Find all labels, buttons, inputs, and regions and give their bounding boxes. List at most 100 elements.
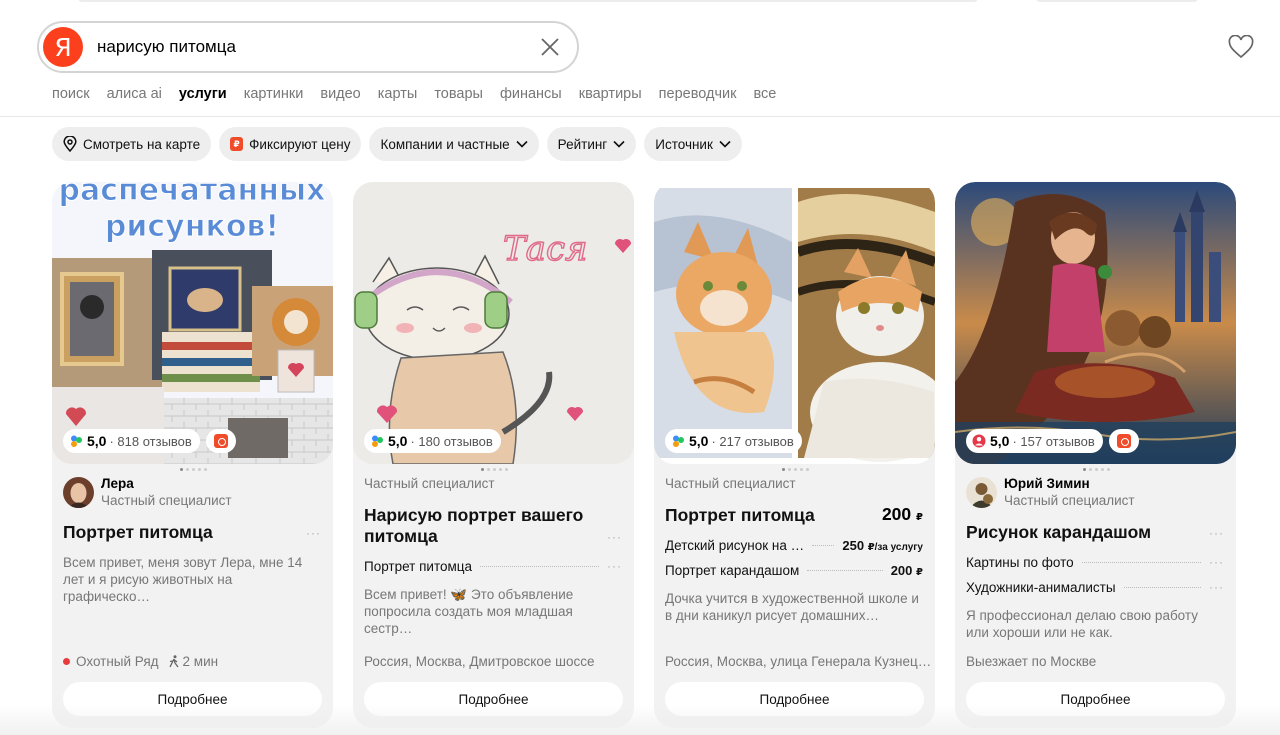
- tab-video[interactable]: видео: [320, 86, 360, 102]
- details-button[interactable]: Подробнее: [966, 682, 1225, 716]
- card-image[interactable]: распечатанных рисунков! 5,0 · 818 отзыво…: [52, 182, 333, 464]
- tab-translator[interactable]: переводчик: [659, 86, 737, 102]
- filter-companies-dropdown[interactable]: Компании и частные: [369, 127, 539, 161]
- service-name: Портрет питомца: [364, 558, 473, 574]
- tab-finance[interactable]: финансы: [500, 86, 562, 102]
- metro-info: Охотный Ряд 2 мин: [63, 654, 218, 669]
- market-icon[interactable]: [1109, 429, 1139, 453]
- chevron-down-icon: [719, 140, 731, 148]
- carousel-dots: [782, 468, 809, 471]
- card-description: Я профессионал делаю свою работу или хор…: [966, 608, 1198, 640]
- card-title-line1[interactable]: Нарисую портрет вашего: [364, 505, 583, 526]
- image-caption-line2: рисунков!: [105, 209, 279, 244]
- filter-map-label: Смотреть на карте: [83, 136, 201, 152]
- service-row[interactable]: Картины по фото ···: [966, 553, 1224, 571]
- author-name[interactable]: Лера: [101, 476, 134, 491]
- nav-divider: [0, 116, 1280, 117]
- tab-all[interactable]: все: [753, 86, 776, 102]
- carousel-dots: [180, 468, 207, 471]
- chevron-down-icon: [516, 140, 528, 148]
- price-value: 200: [881, 504, 912, 524]
- filter-fixed-price-button[interactable]: ₽ Фиксируют цену: [219, 127, 362, 161]
- tab-services[interactable]: услуги: [179, 86, 227, 102]
- filter-fixed-price-label: Фиксируют цену: [249, 136, 351, 152]
- heart-icon[interactable]: [1228, 35, 1254, 59]
- details-button[interactable]: Подробнее: [665, 682, 924, 716]
- search-box: Я: [37, 21, 579, 73]
- author-type: Частный специалист: [665, 476, 796, 491]
- carousel-dots: [481, 468, 508, 471]
- service-name: Портрет карандашом: [665, 562, 800, 578]
- more-icon[interactable]: ···: [1209, 580, 1224, 594]
- clover-rating-icon: [71, 435, 82, 447]
- more-icon[interactable]: ···: [607, 559, 622, 573]
- author-type: Частный специалист: [364, 476, 495, 491]
- more-icon[interactable]: ···: [306, 526, 321, 540]
- rating-value: 5,0: [87, 433, 107, 449]
- card-image[interactable]: 5,0 · 217 отзывов: [654, 182, 935, 464]
- avatar[interactable]: [63, 477, 94, 508]
- tab-products[interactable]: товары: [434, 86, 483, 102]
- filter-source-label: Источник: [655, 136, 713, 152]
- service-name: Художники-анималисты: [966, 579, 1116, 595]
- filter-companies-label: Компании и частные: [380, 136, 510, 152]
- rating-badge[interactable]: 5,0 · 818 отзывов: [63, 429, 200, 453]
- tab-images[interactable]: картинки: [244, 86, 304, 102]
- author-type: Частный специалист: [1004, 493, 1135, 508]
- reviews-count: · 180 отзывов: [410, 433, 493, 449]
- tab-search[interactable]: поиск: [52, 86, 90, 102]
- card-description: Дочка учится в художественной школе и в …: [665, 591, 919, 623]
- card-title-line2[interactable]: питомца: [364, 526, 438, 547]
- more-icon[interactable]: ···: [607, 530, 622, 544]
- tab-maps[interactable]: карты: [378, 86, 418, 102]
- price-currency: ₽: [916, 512, 923, 523]
- service-row[interactable]: Художники-анималисты ···: [966, 578, 1224, 596]
- service-price: 250 ₽/за услугу: [842, 537, 923, 553]
- service-row[interactable]: Портрет питомца ···: [364, 557, 622, 575]
- rating-badge[interactable]: 5,0 · 180 отзывов: [364, 429, 501, 453]
- service-row[interactable]: Портрет карандашом 200 ₽: [665, 561, 923, 579]
- card-image[interactable]: 5,0 · 157 отзывов: [955, 182, 1236, 464]
- card-title[interactable]: Портрет питомца: [665, 505, 815, 526]
- image-caption: Тася: [503, 229, 588, 269]
- carousel-dots: [1083, 468, 1110, 471]
- service-card[interactable]: 5,0 · 157 отзывов Юрий Зимин Частный спе…: [955, 182, 1236, 728]
- service-price: 200 ₽: [890, 562, 923, 578]
- service-row[interactable]: Детский рисунок на … 250 ₽/за услугу: [665, 536, 923, 554]
- card-image[interactable]: Тася 5,0 · 180 отзывов: [353, 182, 634, 464]
- map-pin-icon: [63, 136, 77, 152]
- price: 200 ₽: [882, 504, 923, 525]
- more-icon[interactable]: ···: [1209, 555, 1224, 569]
- market-icon[interactable]: [206, 429, 236, 453]
- service-card[interactable]: 5,0 · 217 отзывов Частный специалист Пор…: [654, 182, 935, 728]
- clover-rating-icon: [372, 435, 383, 447]
- author-name[interactable]: Юрий Зимин: [1004, 476, 1090, 491]
- details-button[interactable]: Подробнее: [63, 682, 322, 716]
- location: Россия, Москва, Дмитровское шоссе: [364, 654, 595, 669]
- reviews-count: · 818 отзывов: [109, 433, 192, 449]
- avatar[interactable]: [966, 477, 997, 508]
- yandex-logo[interactable]: Я: [43, 27, 83, 67]
- card-title[interactable]: Рисунок карандашом: [966, 522, 1151, 543]
- tab-apartments[interactable]: квартиры: [579, 86, 642, 102]
- service-card[interactable]: Тася 5,0 · 180 отзывов Частный специалис…: [353, 182, 634, 728]
- card-description: Всем привет, меня зовут Лера, мне 14 лет…: [63, 555, 303, 604]
- search-tabs: поиск алиса ai услуги картинки видео кар…: [52, 86, 793, 102]
- service-name: Картины по фото: [966, 554, 1074, 570]
- more-icon[interactable]: ···: [1209, 526, 1224, 540]
- search-input[interactable]: [97, 35, 527, 59]
- service-card[interactable]: распечатанных рисунков! 5,0 · 818 отзыво…: [52, 182, 333, 728]
- price-badge-icon: ₽: [230, 137, 244, 151]
- close-icon[interactable]: [539, 36, 561, 58]
- tab-alice[interactable]: алиса ai: [107, 86, 162, 102]
- details-button[interactable]: Подробнее: [364, 682, 623, 716]
- top-ghost-bar-right: [1036, 0, 1198, 2]
- rating-value: 5,0: [689, 433, 709, 449]
- filter-source-dropdown[interactable]: Источник: [644, 127, 742, 161]
- filter-rating-dropdown[interactable]: Рейтинг: [546, 127, 637, 161]
- filter-map-button[interactable]: Смотреть на карте: [52, 127, 212, 161]
- rating-badge[interactable]: 5,0 · 217 отзывов: [665, 429, 802, 453]
- rating-badge[interactable]: 5,0 · 157 отзывов: [966, 429, 1103, 453]
- card-title[interactable]: Портрет питомца: [63, 522, 213, 543]
- walking-icon: [168, 655, 179, 668]
